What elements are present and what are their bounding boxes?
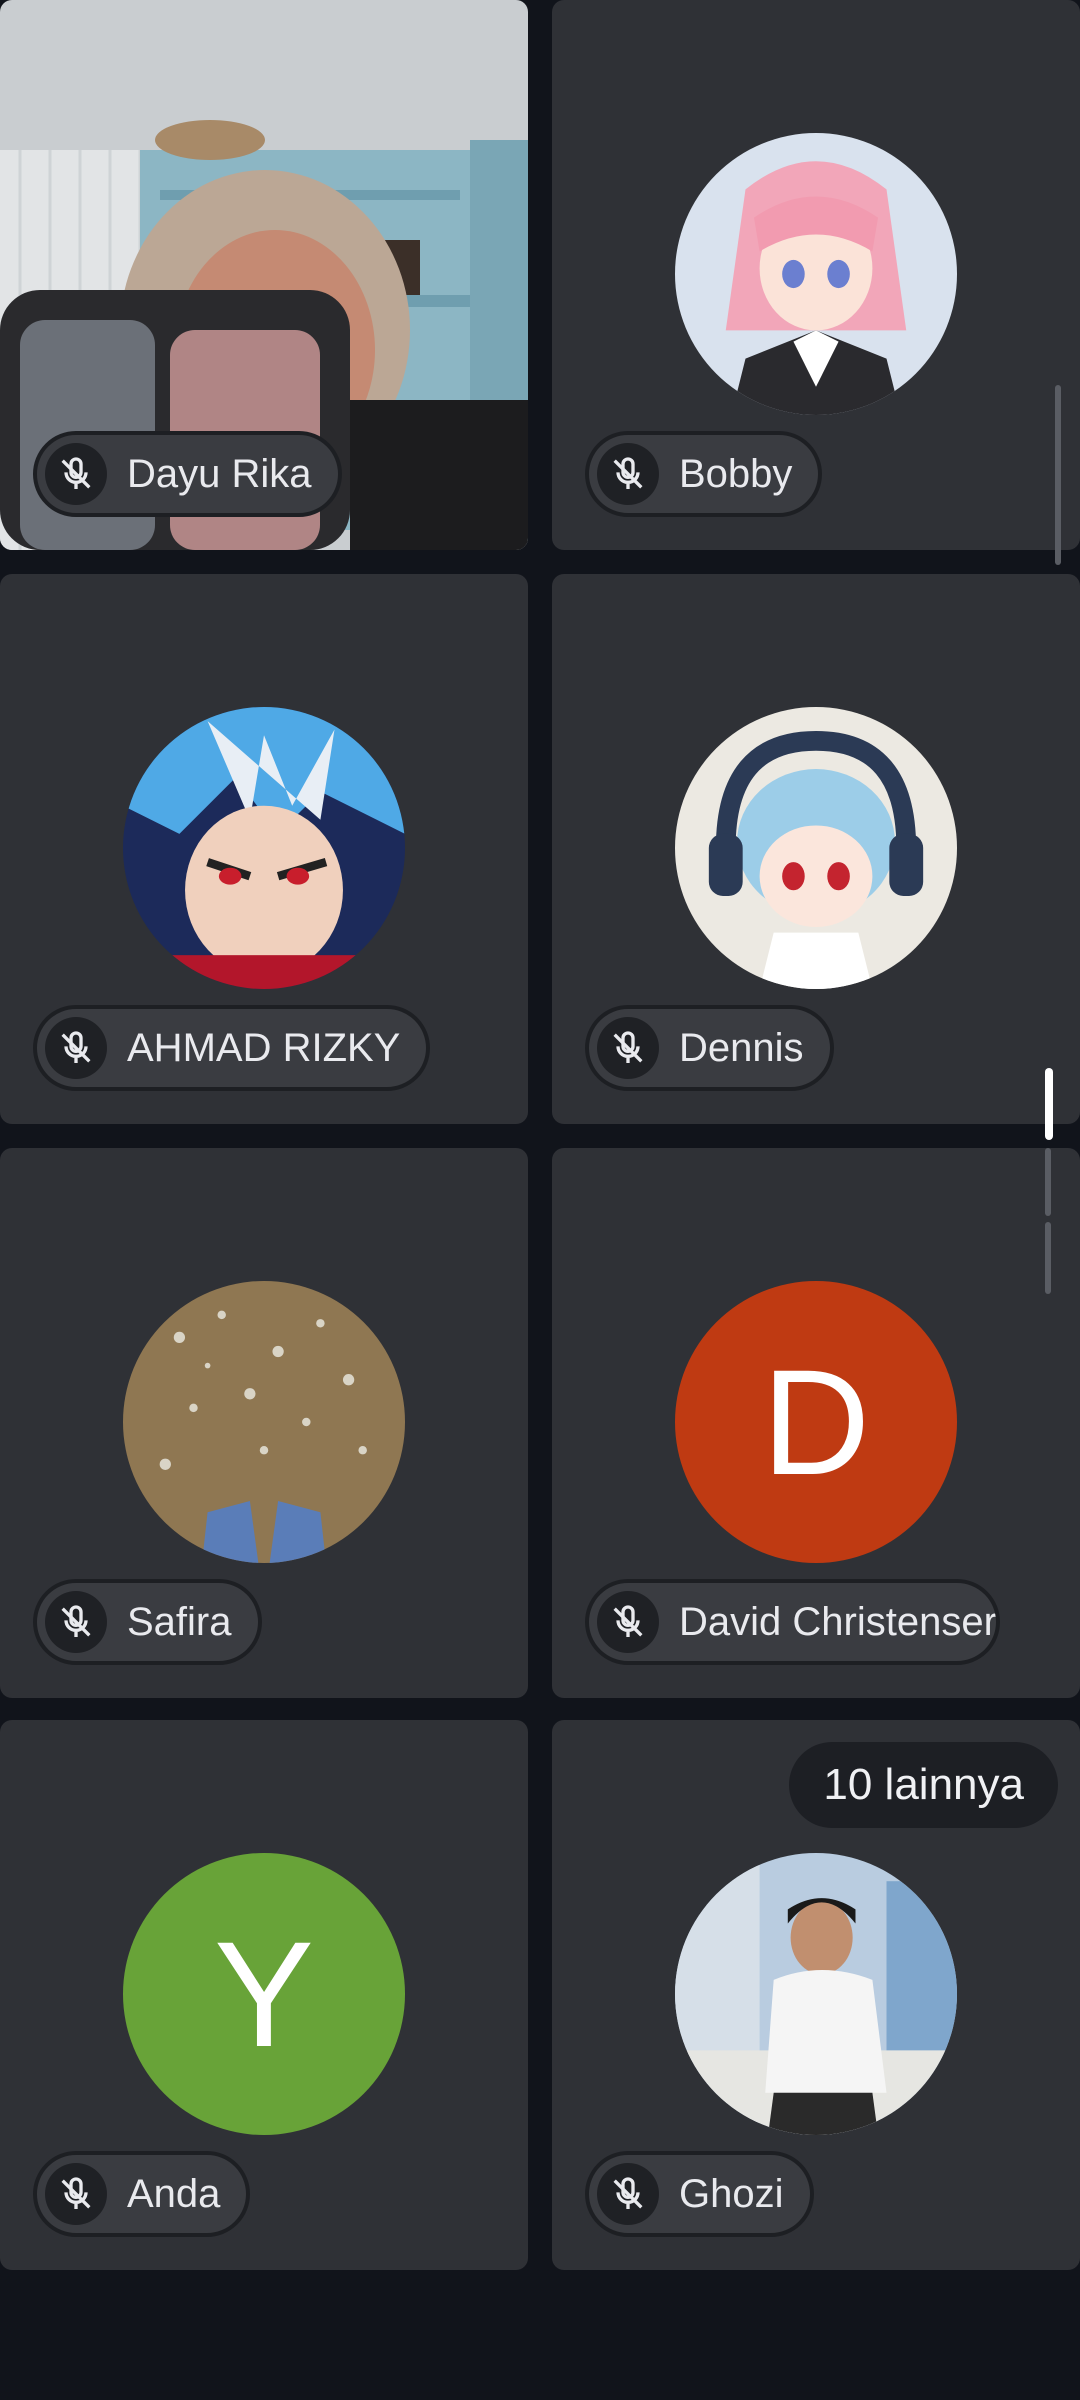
participant-name: Anda [127, 2171, 221, 2216]
letter-avatar: Y [123, 1853, 405, 2135]
participant-name: Bobby [679, 451, 793, 496]
mic-off-icon [45, 1017, 107, 1079]
avatar-letter: D [761, 1337, 871, 1506]
participant-name: Ghozi [679, 2171, 784, 2216]
anime-girl-pink-hair-avatar [675, 133, 957, 415]
mic-off-icon [597, 443, 659, 505]
mic-off-icon [45, 443, 107, 505]
participant-name: Safira [127, 1599, 232, 1644]
anime-figure-headphones-avatar [675, 707, 957, 989]
more-participants-badge[interactable]: 10 lainnya [789, 1742, 1058, 1828]
name-pill: Dayu Rika [33, 431, 342, 517]
participant-name: Dayu Rika [127, 451, 312, 496]
participant-tile-bobby[interactable]: Bobby [552, 0, 1080, 550]
mic-off-icon [597, 1591, 659, 1653]
participant-name: AHMAD RIZKY [127, 1025, 401, 1070]
name-pill: AHMAD RIZKY [33, 1005, 431, 1091]
letter-avatar: D [675, 1281, 957, 1563]
mic-off-icon [597, 2163, 659, 2225]
scrollbar-track-segment[interactable] [1045, 1222, 1051, 1294]
mic-off-icon [597, 1017, 659, 1079]
name-pill: Safira [33, 1579, 262, 1665]
participant-tile-dayu-rika[interactable]: Dayu Rika [0, 0, 528, 550]
scrollbar-track-segment[interactable] [1055, 385, 1061, 565]
scrollbar-thumb[interactable] [1045, 1068, 1053, 1140]
mic-off-icon [45, 1591, 107, 1653]
participant-tile-dennis[interactable]: Dennis [552, 574, 1080, 1124]
participant-tile-safira[interactable]: Safira [0, 1148, 528, 1698]
name-pill: David Christenser [585, 1579, 1000, 1665]
young-man-photo-avatar [675, 1853, 957, 2135]
scrollbar-track-segment[interactable] [1045, 1148, 1051, 1216]
participant-tile-david-christenser[interactable]: D David Christenser [552, 1148, 1080, 1698]
avatar-letter: Y [213, 1909, 315, 2078]
participant-tile-anda[interactable]: Y Anda [0, 1720, 528, 2270]
name-pill: Ghozi [585, 2151, 814, 2237]
participant-tile-ghozi[interactable]: 10 lainnya Ghozi [552, 1720, 1080, 2270]
name-pill: Dennis [585, 1005, 834, 1091]
anime-boy-blue-hair-avatar [123, 707, 405, 989]
participant-tile-ahmad-rizky[interactable]: AHMAD RIZKY [0, 574, 528, 1124]
name-pill: Bobby [585, 431, 823, 517]
name-pill: Anda [33, 2151, 251, 2237]
sand-feet-photo-avatar [123, 1281, 405, 1563]
mic-off-icon [45, 2163, 107, 2225]
participant-name: David Christenser [679, 1599, 997, 1644]
participant-name: Dennis [679, 1025, 804, 1070]
